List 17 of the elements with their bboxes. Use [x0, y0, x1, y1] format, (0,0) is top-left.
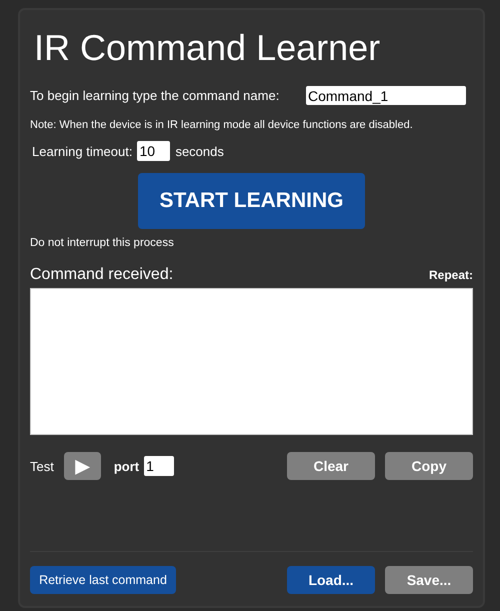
test-label: Test	[30, 458, 54, 474]
command-label: Command received:	[30, 266, 174, 284]
repeat-label: Repeat:	[428, 268, 473, 282]
port-label: port	[114, 458, 140, 474]
unit-label: seconds	[175, 144, 224, 158]
timeout-label: Learning timeout:	[32, 144, 132, 158]
page-title: IR Command Learner	[34, 28, 380, 68]
file-button[interactable]: Load...	[287, 566, 375, 594]
retrieve-button[interactable]: Retrieve last command	[30, 566, 176, 594]
port-field[interactable]: 1	[144, 456, 174, 476]
timeout-field[interactable]: 10	[137, 141, 170, 161]
command-name-field[interactable]: Command_1	[306, 86, 466, 105]
field-label: To begin learning type the command name:	[30, 88, 280, 103]
warning-text: Do not interrupt this process	[30, 237, 175, 249]
note-text: Note: When the device is in IR learning mode all device functions are disabled.	[30, 119, 414, 131]
start-learning-button[interactable]: START LEARNING	[138, 173, 365, 229]
command-text-area[interactable]	[30, 288, 473, 435]
